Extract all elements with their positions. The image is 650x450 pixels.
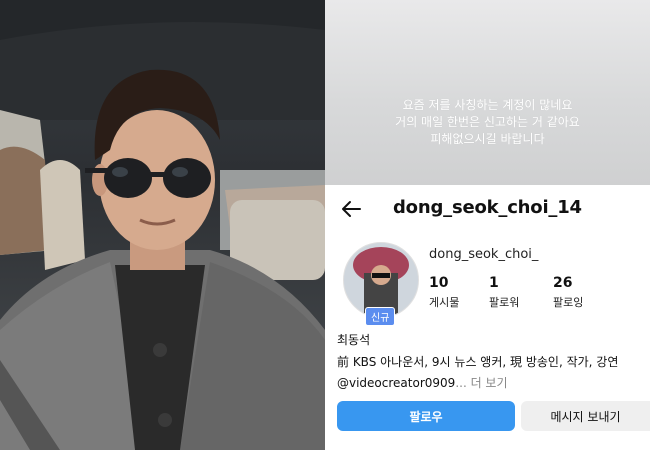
profile-real-name: 최동석 [337,333,371,347]
stat-posts[interactable]: 10 게시물 [429,275,459,310]
profile-username: dong_seok_choi_ [429,247,539,262]
selfie-photo [0,0,325,450]
story-notice: 요즘 저를 사칭하는 계정이 많네요 거의 매일 한번은 신고하는 거 같아요 … [325,0,650,185]
profile-link-line: @videocreator0909... 더 보기 [337,374,508,391]
stat-following[interactable]: 26 팔로잉 [553,275,583,310]
more-link[interactable]: ... 더 보기 [455,376,507,390]
message-button[interactable]: 메시지 보내기 [521,401,650,431]
selfie-illustration [0,0,325,450]
new-badge: 신규 [365,307,396,326]
profile-handle: dong_seok_choi_14 [393,197,582,218]
story-line: 요즘 저를 사칭하는 계정이 많네요 [402,98,573,112]
profile-topbar: dong_seok_choi_14 [325,185,650,233]
stat-label: 게시물 [429,296,460,309]
story-text: 요즘 저를 사칭하는 계정이 많네요 거의 매일 한번은 신고하는 거 같아요 … [395,97,580,148]
stat-value: 10 [429,275,449,291]
arrow-left-icon[interactable] [339,197,363,221]
story-line: 피해없으시길 바랍니다 [430,132,545,146]
profile-panel: dong_seok_choi_14 신규 dong_seok_choi_ 10 … [325,185,650,450]
stat-followers[interactable]: 1 팔로워 [489,275,519,310]
stat-value: 26 [553,275,573,291]
stat-label: 팔로워 [489,296,520,309]
profile-link[interactable]: @videocreator0909 [337,376,455,390]
profile-bio: 前 KBS 아나운서, 9시 뉴스 앵커, 現 방송인, 작가, 강연 [337,355,619,369]
profile-avatar[interactable]: 신규 [343,242,419,326]
story-line: 거의 매일 한번은 신고하는 거 같아요 [395,115,580,129]
stat-label: 팔로잉 [553,296,584,309]
stat-value: 1 [489,275,499,291]
follow-button[interactable]: 팔로우 [337,401,515,431]
